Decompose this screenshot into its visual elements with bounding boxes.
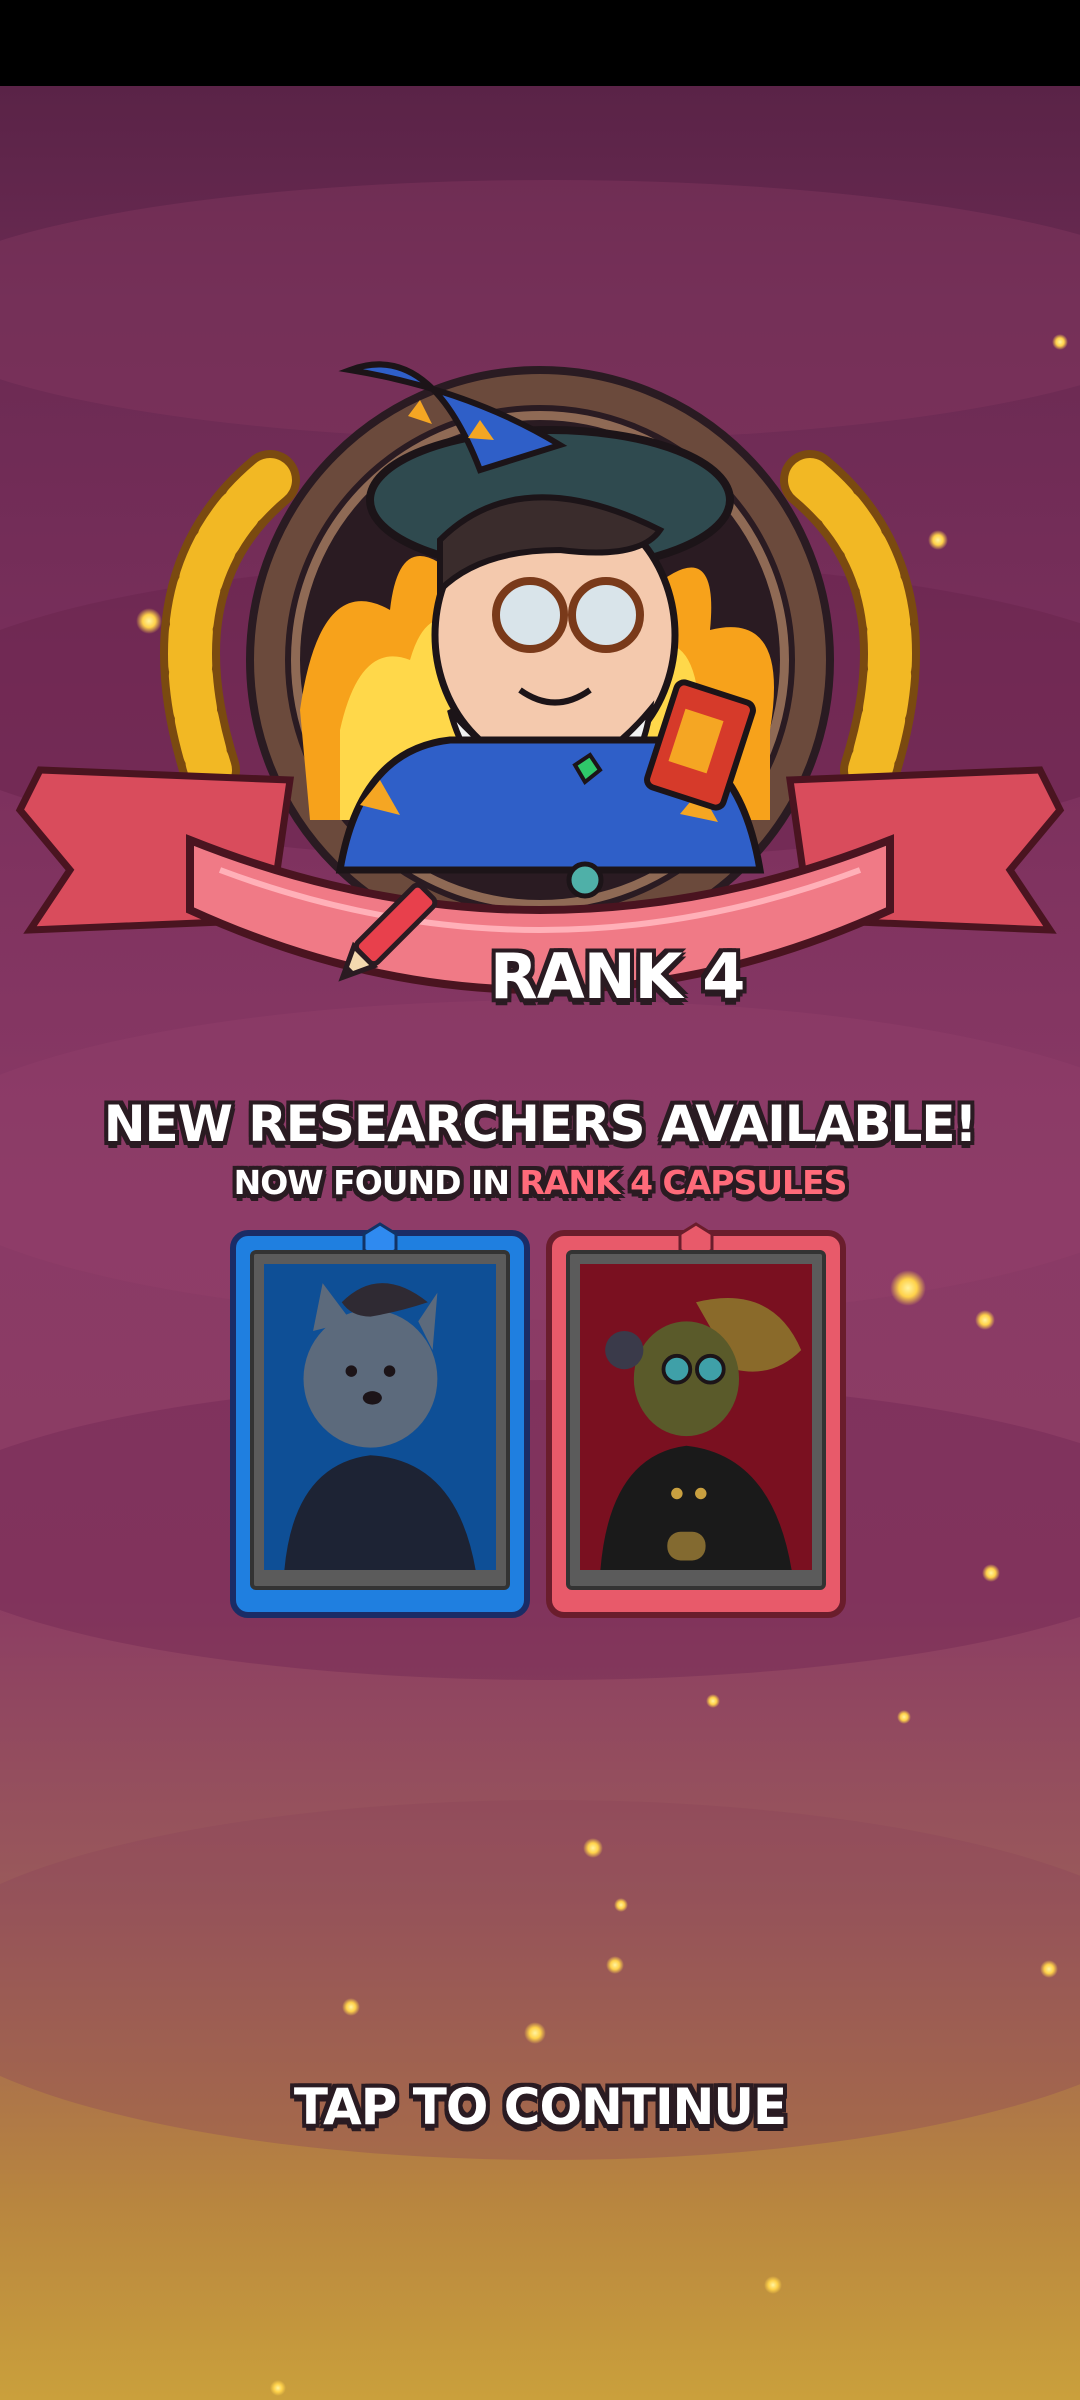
new-researchers-heading: NEW RESEARCHERS AVAILABLE! [103,1095,978,1153]
researcher-card-werewolf[interactable] [230,1222,530,1618]
capsule-info-accent: RANK 4 CAPSULES [519,1163,847,1202]
sparkle [890,1270,926,1306]
sparkle [270,2380,286,2396]
card-portrait [264,1264,496,1570]
card-frame [566,1250,826,1590]
sparkle [706,1694,720,1708]
goblin-researcher-silhouette [581,1264,811,1570]
sparkle [583,1838,603,1858]
card-frame [250,1250,510,1590]
sparkle [975,1310,995,1330]
sparkle [524,2022,546,2044]
sparkle [897,1710,911,1724]
tap-to-continue-button[interactable]: TAP TO CONTINUE [0,2078,1080,2136]
capsule-info-text: NOW FOUND IN RANK 4 CAPSULES [0,1163,1080,1202]
sparkle [342,1998,360,2016]
card-portrait [580,1264,812,1570]
sparkle [764,2276,782,2294]
sparkle [614,1898,628,1912]
sparkle [982,1564,1000,1582]
background-wave [0,1380,1080,1680]
sparkle [1052,334,1068,350]
rank-label: RANK 4 [490,940,745,1013]
status-bar [0,0,1080,86]
sparkle [1040,1960,1058,1978]
werewolf-researcher-silhouette [265,1264,495,1570]
capsule-info-prefix: NOW FOUND IN [233,1163,520,1202]
researcher-card-goblin[interactable] [546,1222,846,1618]
rank-up-screen[interactable]: RANK 4 NEW RESEARCHERS AVAILABLE! NOW FO… [0,0,1080,2400]
sparkle [606,1956,624,1974]
